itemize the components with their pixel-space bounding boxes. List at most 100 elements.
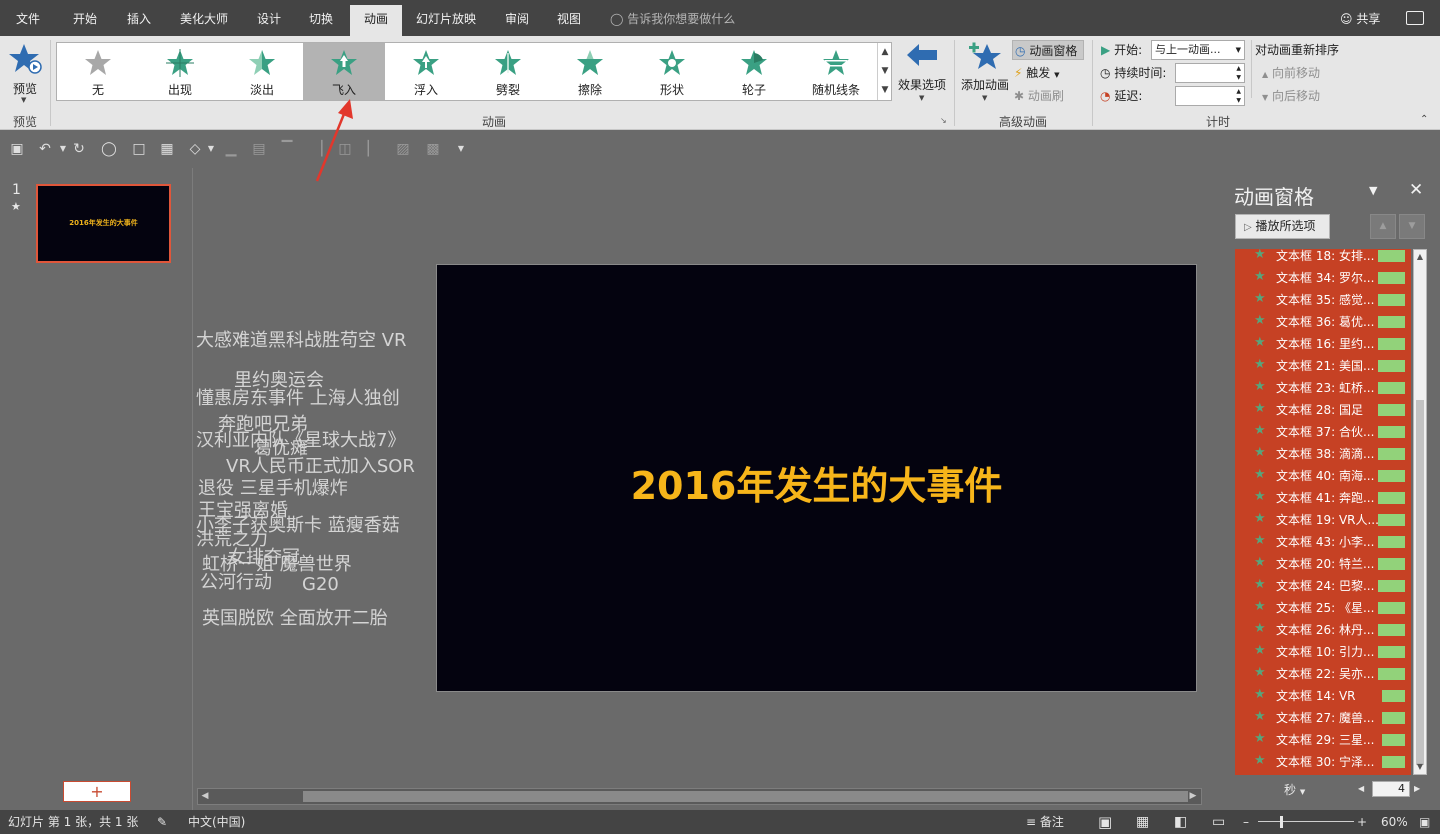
zoom-level[interactable]: 60% — [1381, 810, 1408, 834]
timeline-bar[interactable] — [1378, 602, 1405, 614]
timeline-bar[interactable] — [1382, 756, 1405, 768]
collapse-ribbon-icon[interactable]: ⌃ — [1420, 114, 1428, 125]
gallery-item-wipe[interactable]: 擦除 — [549, 43, 631, 100]
timeline-bar[interactable] — [1378, 624, 1405, 636]
timeline-bar[interactable] — [1378, 338, 1405, 350]
trigger-button[interactable]: ⚡ 触发 ▼ — [1014, 63, 1060, 83]
timeline-zoom-box[interactable]: 4 — [1372, 781, 1410, 797]
timeline-bar[interactable] — [1378, 492, 1405, 504]
comment-icon[interactable] — [1406, 11, 1424, 25]
seconds-dropdown[interactable]: 秒 ▼ — [1284, 780, 1305, 802]
gallery-item-float-in[interactable]: 浮入 — [385, 43, 467, 100]
select-icon[interactable]: □ — [130, 140, 148, 158]
tab-file[interactable]: 文件 — [4, 0, 52, 36]
timeline-bar[interactable] — [1378, 360, 1405, 372]
slide-sorter-icon[interactable]: ▦ — [1136, 810, 1149, 834]
animation-item[interactable]: ★ 文本框 23: 虹桥... — [1235, 377, 1411, 399]
tab-transitions[interactable]: 切换 — [298, 0, 344, 36]
animation-list-scrollbar[interactable]: ▲ ▼ — [1413, 249, 1427, 775]
scroll-down-icon[interactable]: ▼ — [1414, 761, 1426, 773]
animation-item[interactable]: ★ 文本框 18: 女排... — [1235, 249, 1411, 267]
animation-item[interactable]: ★ 文本框 26: 林丹... — [1235, 619, 1411, 641]
animation-item[interactable]: ★ 文本框 30: 宁泽... — [1235, 751, 1411, 773]
animation-item[interactable]: ★ 文本框 36: 葛优... — [1235, 311, 1411, 333]
animation-item[interactable]: ★ 文本框 25: 《星... — [1235, 597, 1411, 619]
pane-options-icon[interactable]: ▼ — [1369, 184, 1377, 197]
start-dropdown[interactable]: 与上一动画... ▼ — [1151, 40, 1245, 60]
spellcheck-icon[interactable]: ✎ — [157, 810, 167, 834]
save-icon[interactable]: ▣ — [8, 140, 26, 158]
zoom-slider-track[interactable] — [1258, 821, 1354, 822]
animation-item[interactable]: ★ 文本框 24: 巴黎... — [1235, 575, 1411, 597]
gallery-item-fly-in[interactable]: 飞入 — [303, 43, 385, 100]
align-middle-icon[interactable]: ▤ — [250, 140, 268, 158]
offslide-text[interactable]: 公河行动 — [200, 568, 272, 594]
add-animation-button[interactable]: 添加动画 ▼ — [958, 40, 1012, 106]
scroll-right-icon[interactable]: ▶ — [1186, 789, 1200, 804]
language-indicator[interactable]: 中文(中国) — [188, 810, 245, 834]
gallery-item-split[interactable]: 劈裂 — [467, 43, 549, 100]
present-icon[interactable]: ◯ — [100, 140, 118, 158]
timeline-bar[interactable] — [1378, 426, 1405, 438]
spinner-arrows-icon[interactable]: ▲ ▼ — [1236, 64, 1241, 82]
move-up-button[interactable]: ▲ — [1370, 214, 1396, 239]
timeline-bar[interactable] — [1378, 294, 1405, 306]
gallery-more[interactable]: ▼ — [877, 81, 892, 100]
scroll-up-icon[interactable]: ▲ — [1414, 251, 1426, 263]
animation-pane-button[interactable]: ◷ 动画窗格 — [1012, 40, 1084, 60]
animation-item[interactable]: ★ 文本框 34: 罗尔... — [1235, 267, 1411, 289]
crop-icon[interactable]: ▦ — [158, 140, 176, 158]
gallery-item-none[interactable]: 无 — [57, 43, 139, 100]
zoom-slider-thumb[interactable] — [1280, 816, 1283, 828]
zoom-out-icon[interactable]: ◀ — [1358, 784, 1364, 793]
animation-item[interactable]: ★ 文本框 14: VR — [1235, 685, 1411, 707]
timeline-bar[interactable] — [1378, 558, 1405, 570]
animation-item[interactable]: ★ 文本框 35: 感觉... — [1235, 289, 1411, 311]
scrollbar-thumb[interactable] — [303, 791, 1188, 802]
timeline-bar[interactable] — [1382, 690, 1405, 702]
gallery-item-random-bars[interactable]: 随机线条 — [795, 43, 877, 100]
zoom-in-button[interactable]: + — [1357, 810, 1367, 834]
timeline-bar[interactable] — [1382, 734, 1405, 746]
scroll-left-icon[interactable]: ◀ — [198, 789, 212, 804]
preview-button[interactable]: 预览 ▼ — [6, 40, 44, 106]
offslide-text[interactable]: 大感难道黑科战胜苟空 VR — [196, 326, 407, 352]
new-slide-button[interactable]: + — [63, 781, 131, 802]
timeline-bar[interactable] — [1382, 712, 1405, 724]
normal-view-icon[interactable]: ▣ — [1098, 810, 1112, 834]
move-earlier-button[interactable]: ▲ 向前移动 — [1262, 63, 1320, 83]
close-icon[interactable]: ✕ — [1409, 180, 1423, 200]
tab-design[interactable]: 设计 — [246, 0, 292, 36]
offslide-text[interactable]: 懂惠房东事件 上海人独创 — [196, 384, 400, 410]
tab-home[interactable]: 开始 — [62, 0, 108, 36]
animation-painter-button[interactable]: ✱ 动画刷 — [1014, 86, 1064, 106]
timeline-bar[interactable] — [1378, 580, 1405, 592]
timeline-bar[interactable] — [1378, 404, 1405, 416]
tab-beautify[interactable]: 美化大师 — [170, 0, 238, 36]
animation-item[interactable]: ★ 文本框 37: 合伙... — [1235, 421, 1411, 443]
timeline-bar[interactable] — [1378, 382, 1405, 394]
shape-dropdown-icon[interactable]: ▼ — [202, 140, 220, 158]
align-left-icon[interactable]: ▏ — [364, 140, 382, 158]
animation-item[interactable]: ★ 文本框 10: 引力... — [1235, 641, 1411, 663]
distribute-vertical-icon[interactable]: ▩ — [424, 140, 442, 158]
timeline-bar[interactable] — [1378, 646, 1405, 658]
timeline-bar[interactable] — [1378, 668, 1405, 680]
notes-button[interactable]: ≡ 备注 — [1026, 810, 1064, 834]
animation-item[interactable]: ★ 文本框 19: VR人... — [1235, 509, 1411, 531]
spinner-arrows-icon[interactable]: ▲ ▼ — [1236, 87, 1241, 105]
gallery-scroll-down[interactable]: ▼ — [877, 62, 892, 81]
duration-spinner[interactable]: ▲ ▼ — [1175, 63, 1245, 83]
fit-to-window-icon[interactable]: ▣ — [1419, 810, 1430, 834]
animation-item[interactable]: ★ 文本框 20: 特兰... — [1235, 553, 1411, 575]
customize-toolbar-icon[interactable]: ▼ — [452, 140, 470, 158]
slide-title[interactable]: 2016年发生的大事件 — [437, 455, 1196, 510]
gallery-scroll-up[interactable]: ▲ — [877, 43, 892, 62]
animation-item[interactable]: ★ 文本框 28: 国足 — [1235, 399, 1411, 421]
share-button[interactable]: ☺ 共享 — [1340, 0, 1380, 36]
gallery-item-shape[interactable]: 形状 — [631, 43, 713, 100]
slide[interactable]: 2016年发生的大事件 — [436, 264, 1197, 692]
animation-item[interactable]: ★ 文本框 22: 吴亦... — [1235, 663, 1411, 685]
delay-spinner[interactable]: ▲ ▼ — [1175, 86, 1245, 106]
animation-item[interactable]: ★ 文本框 29: 三星... — [1235, 729, 1411, 751]
